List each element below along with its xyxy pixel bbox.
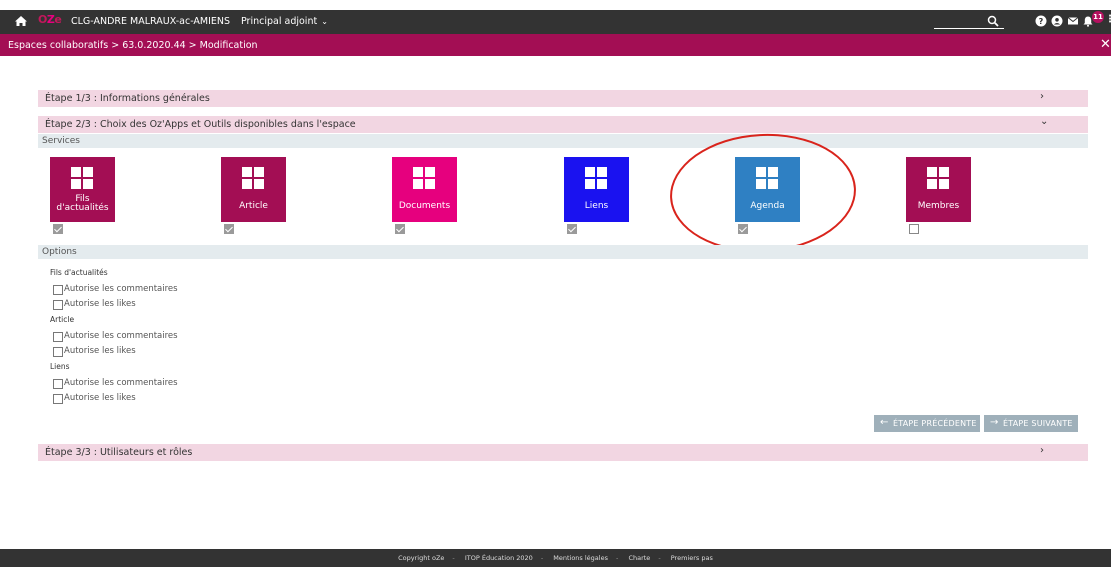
step-3-label: Étape 3/3 : Utilisateurs et rôles	[45, 447, 193, 458]
search-icon[interactable]	[987, 15, 999, 27]
checkbox[interactable]	[53, 379, 63, 389]
option-label: Autorise les commentaires	[64, 331, 178, 341]
chevron-down-icon: ⌄	[1040, 116, 1049, 127]
footer-charter-link[interactable]: Charte	[628, 554, 650, 562]
home-icon[interactable]	[14, 14, 28, 28]
option-label: Autorise les likes	[64, 346, 136, 356]
service-tile-liens[interactable]: Liens	[564, 157, 629, 222]
footer-legal-link[interactable]: Mentions légales	[553, 554, 608, 562]
checkbox[interactable]	[53, 332, 63, 342]
breadcrumb-bar: Espaces collaboratifs > 63.0.2020.44 > M…	[0, 34, 1111, 56]
service-tile-fils-actualites[interactable]: Fils d'actualités	[50, 157, 115, 222]
arrow-right-icon: →	[990, 417, 999, 428]
step-3-header[interactable]: Étape 3/3 : Utilisateurs et rôles ›	[38, 444, 1088, 461]
previous-step-label: ÉTAPE PRÉCÉDENTE	[893, 419, 977, 428]
service-tile-documents[interactable]: Documents	[392, 157, 457, 222]
next-step-button[interactable]: → ÉTAPE SUIVANTE	[984, 415, 1078, 432]
role-label: Principal adjoint	[241, 16, 318, 27]
service-tile-membres[interactable]: Membres	[906, 157, 971, 222]
services-section-header: Services	[38, 134, 1088, 148]
service-checkbox-membres[interactable]	[909, 224, 919, 234]
options-section-header: Options	[38, 245, 1088, 259]
apps-grid-icon	[413, 167, 435, 189]
footer-copyright: Copyright oZe	[398, 554, 445, 562]
breadcrumb: Espaces collaboratifs > 63.0.2020.44 > M…	[8, 40, 258, 51]
service-checkbox-documents[interactable]	[395, 224, 405, 234]
footer: Copyright oZe - ITOP Éducation 2020- Ment…	[0, 549, 1111, 567]
service-checkbox-article[interactable]	[224, 224, 234, 234]
option-label: Autorise les likes	[64, 299, 136, 309]
step-1-label: Étape 1/3 : Informations générales	[45, 93, 210, 104]
chevron-right-icon: ›	[1040, 91, 1044, 102]
close-icon[interactable]: ✕	[1100, 37, 1111, 52]
help-icon[interactable]: ?	[1035, 15, 1047, 27]
next-step-label: ÉTAPE SUIVANTE	[1003, 419, 1073, 428]
option-group-title: Fils d'actualités	[50, 268, 108, 277]
arrow-left-icon: ←	[880, 417, 889, 428]
checkbox[interactable]	[53, 347, 63, 357]
highlight-ellipse	[667, 129, 859, 257]
notification-badge: 11	[1092, 11, 1104, 23]
role-selector[interactable]: Principal adjoint ⌄	[241, 16, 328, 27]
step-2-label: Étape 2/3 : Choix des Oz'Apps et Outils …	[45, 119, 356, 130]
service-name: Documents	[398, 201, 451, 211]
service-name: Membres	[917, 201, 960, 211]
checkbox[interactable]	[53, 394, 63, 404]
page: OZe CLG-ANDRE MALRAUX-ac-AMIENS Principa…	[0, 0, 1111, 567]
services-label: Services	[42, 136, 80, 146]
apps-grid-icon	[71, 167, 93, 189]
option-label: Autorise les commentaires	[64, 284, 178, 294]
option-group-title: Article	[50, 315, 75, 324]
checkbox[interactable]	[53, 300, 63, 310]
option-label: Autorise les commentaires	[64, 378, 178, 388]
top-bar: OZe CLG-ANDRE MALRAUX-ac-AMIENS Principa…	[0, 10, 1111, 34]
footer-itop[interactable]: ITOP Éducation 2020	[465, 554, 533, 562]
mail-icon[interactable]	[1067, 15, 1079, 27]
option-label: Autorise les likes	[64, 393, 136, 403]
service-name: Liens	[584, 201, 609, 211]
more-menu-icon[interactable]: ⋮	[1105, 14, 1111, 25]
search-input[interactable]	[934, 28, 1004, 29]
footer-first-steps-link[interactable]: Premiers pas	[671, 554, 713, 562]
service-checkbox-fils-actualites[interactable]	[53, 224, 63, 234]
option-group-title: Liens	[50, 362, 70, 371]
options-label: Options	[42, 247, 77, 257]
service-checkbox-liens[interactable]	[567, 224, 577, 234]
step-1-header[interactable]: Étape 1/3 : Informations générales ›	[38, 90, 1088, 107]
school-name[interactable]: CLG-ANDRE MALRAUX-ac-AMIENS	[71, 16, 230, 27]
service-tile-article[interactable]: Article	[221, 157, 286, 222]
user-icon[interactable]	[1051, 15, 1063, 27]
apps-grid-icon	[585, 167, 607, 189]
oze-logo[interactable]: OZe	[38, 13, 62, 26]
checkbox[interactable]	[53, 285, 63, 295]
apps-grid-icon	[242, 167, 264, 189]
chevron-down-icon: ⌄	[321, 17, 328, 26]
svg-text:?: ?	[1039, 17, 1044, 26]
apps-grid-icon	[927, 167, 949, 189]
previous-step-button[interactable]: ← ÉTAPE PRÉCÉDENTE	[874, 415, 980, 432]
step-2-header[interactable]: Étape 2/3 : Choix des Oz'Apps et Outils …	[38, 116, 1088, 133]
service-name-line2: d'actualités	[56, 203, 109, 213]
service-name: Article	[239, 201, 268, 211]
chevron-right-icon: ›	[1040, 445, 1044, 456]
